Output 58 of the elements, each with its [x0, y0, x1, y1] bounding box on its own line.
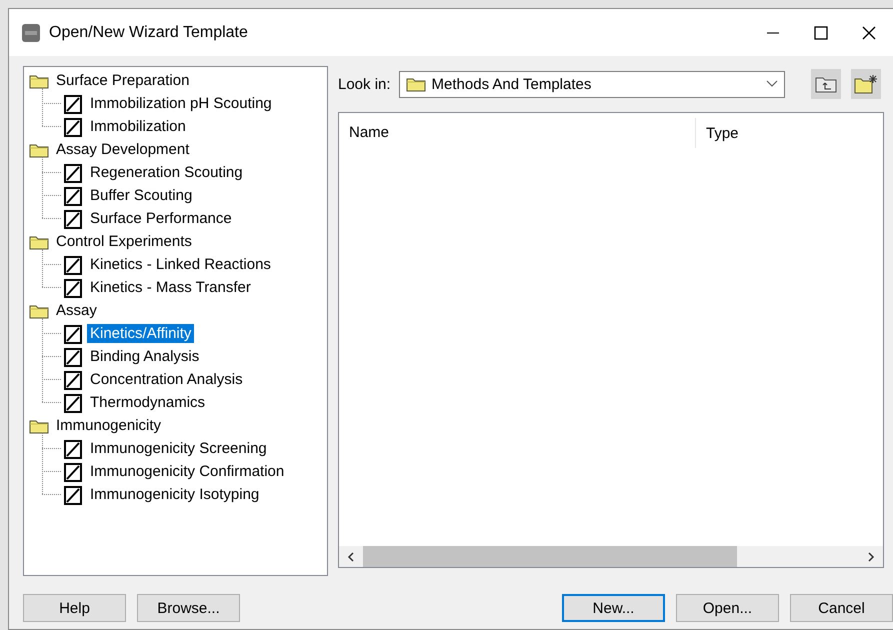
tree-item[interactable]: Immunogenicity Screening: [87, 439, 270, 458]
folder-icon: [29, 142, 49, 158]
document-icon: [63, 346, 83, 366]
document-icon: [63, 324, 83, 344]
document-icon: [63, 438, 83, 458]
tree-folder[interactable]: Assay Development: [53, 140, 192, 159]
tree-item[interactable]: Regeneration Scouting: [87, 163, 246, 182]
dialog-button[interactable]: Help: [23, 594, 126, 622]
tree-folder[interactable]: Surface Preparation: [53, 71, 192, 90]
document-icon: [63, 370, 83, 390]
tree-item[interactable]: Kinetics/Affinity: [87, 324, 194, 343]
look-in-label: Look in:: [338, 76, 391, 92]
tree-item[interactable]: Kinetics - Linked Reactions: [87, 255, 274, 274]
document-icon: [63, 254, 83, 274]
maximize-icon[interactable]: [814, 26, 828, 40]
tree-item[interactable]: Kinetics - Mass Transfer: [87, 278, 254, 297]
document-icon: [63, 116, 83, 136]
document-icon: [63, 278, 83, 298]
new-folder-icon: [854, 74, 878, 94]
up-folder-button[interactable]: [810, 69, 841, 99]
close-icon[interactable]: [862, 26, 876, 40]
document-icon: [63, 94, 83, 114]
dialog-button[interactable]: Browse...: [137, 594, 240, 622]
tree-item[interactable]: Immobilization pH Scouting: [87, 94, 275, 113]
folder-icon: [29, 418, 49, 434]
look-in-dropdown[interactable]: Methods And Templates: [398, 70, 785, 98]
tree-folder[interactable]: Assay: [53, 301, 100, 320]
tree-folder[interactable]: Control Experiments: [53, 232, 195, 251]
document-icon: [63, 462, 83, 482]
tree-folder[interactable]: Immunogenicity: [53, 416, 164, 435]
up-folder-icon: [814, 75, 837, 93]
dialog-button[interactable]: Cancel: [790, 594, 893, 622]
new-folder-button[interactable]: [850, 69, 881, 99]
folder-icon: [29, 72, 49, 88]
tree-item[interactable]: Buffer Scouting: [87, 186, 196, 205]
tree-item[interactable]: Thermodynamics: [87, 393, 208, 412]
column-header[interactable]: Type: [696, 124, 739, 142]
document-icon: [63, 162, 83, 182]
document-icon: [63, 484, 83, 504]
document-icon: [63, 392, 83, 412]
tree-item[interactable]: Immunogenicity Isotyping: [87, 485, 262, 504]
tree-item[interactable]: Immunogenicity Confirmation: [87, 462, 288, 481]
folder-icon: [406, 76, 426, 92]
folder-icon: [29, 302, 49, 318]
dialog-button[interactable]: Open...: [676, 594, 779, 622]
file-list[interactable]: Name Type: [338, 112, 884, 568]
column-header[interactable]: Name: [339, 118, 696, 148]
tree-item[interactable]: Binding Analysis: [87, 347, 202, 366]
tree-item[interactable]: Concentration Analysis: [87, 370, 246, 389]
tree-item[interactable]: Surface Performance: [87, 209, 235, 228]
window-title: Open/New Wizard Template: [49, 24, 249, 42]
app-icon: [21, 22, 41, 42]
document-icon: [63, 208, 83, 228]
document-icon: [63, 186, 83, 206]
dialog-button[interactable]: New...: [562, 594, 665, 622]
horizontal-scrollbar[interactable]: [339, 546, 883, 567]
folder-icon: [29, 234, 49, 250]
tree-item[interactable]: Immobilization: [87, 117, 189, 136]
